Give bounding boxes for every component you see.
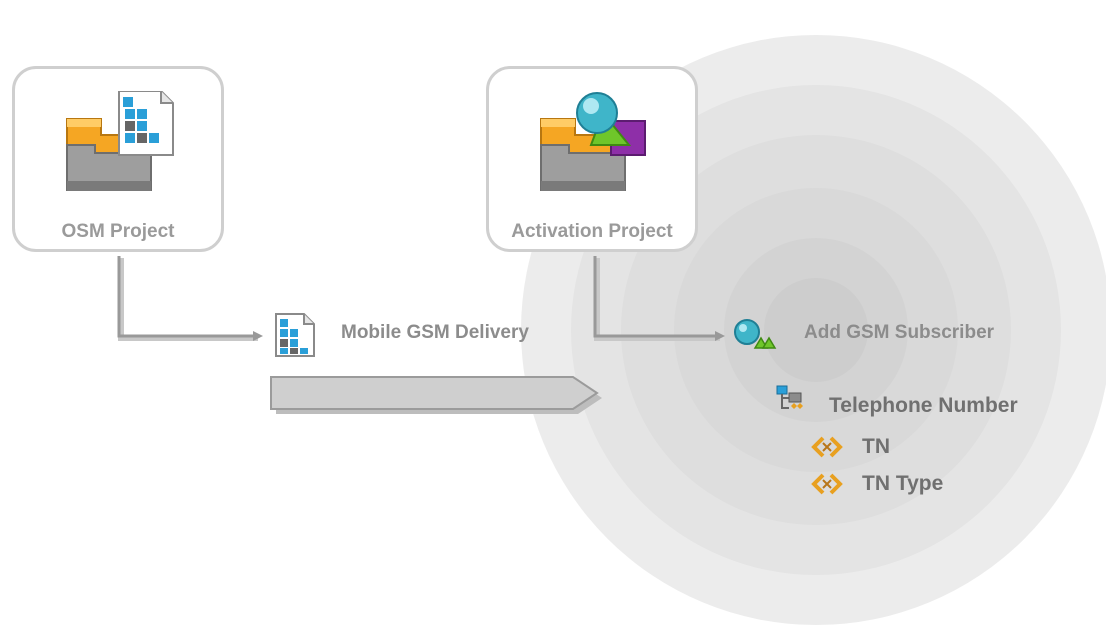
osm-project-label: OSM Project xyxy=(61,221,175,242)
osm-connector-shadow xyxy=(118,258,258,341)
activation-project-label: Activation Project xyxy=(511,221,673,242)
structure-icon xyxy=(776,385,803,409)
mobile-gsm-delivery-label[interactable]: Mobile GSM Delivery xyxy=(341,322,529,344)
service-action-icon xyxy=(734,319,777,349)
tn-type-label[interactable]: TN Type xyxy=(862,472,943,496)
order-document-icon xyxy=(275,313,315,357)
diagram-canvas: OSM Project Activation Project Mobile GS… xyxy=(0,0,1106,625)
activation-project-card[interactable]: Activation Project xyxy=(486,66,698,252)
osm-project-card[interactable]: OSM Project xyxy=(12,66,224,252)
osm-connector-arrow xyxy=(117,256,263,341)
osm-project-icon xyxy=(66,91,174,191)
data-element-icon xyxy=(811,436,843,458)
data-element-icon xyxy=(811,473,843,495)
activation-project-icon xyxy=(540,92,646,191)
tn-label[interactable]: TN xyxy=(862,435,890,459)
flow-arrow xyxy=(270,376,599,410)
telephone-number-label[interactable]: Telephone Number xyxy=(829,394,1018,418)
add-gsm-subscriber-label[interactable]: Add GSM Subscriber xyxy=(804,322,994,344)
